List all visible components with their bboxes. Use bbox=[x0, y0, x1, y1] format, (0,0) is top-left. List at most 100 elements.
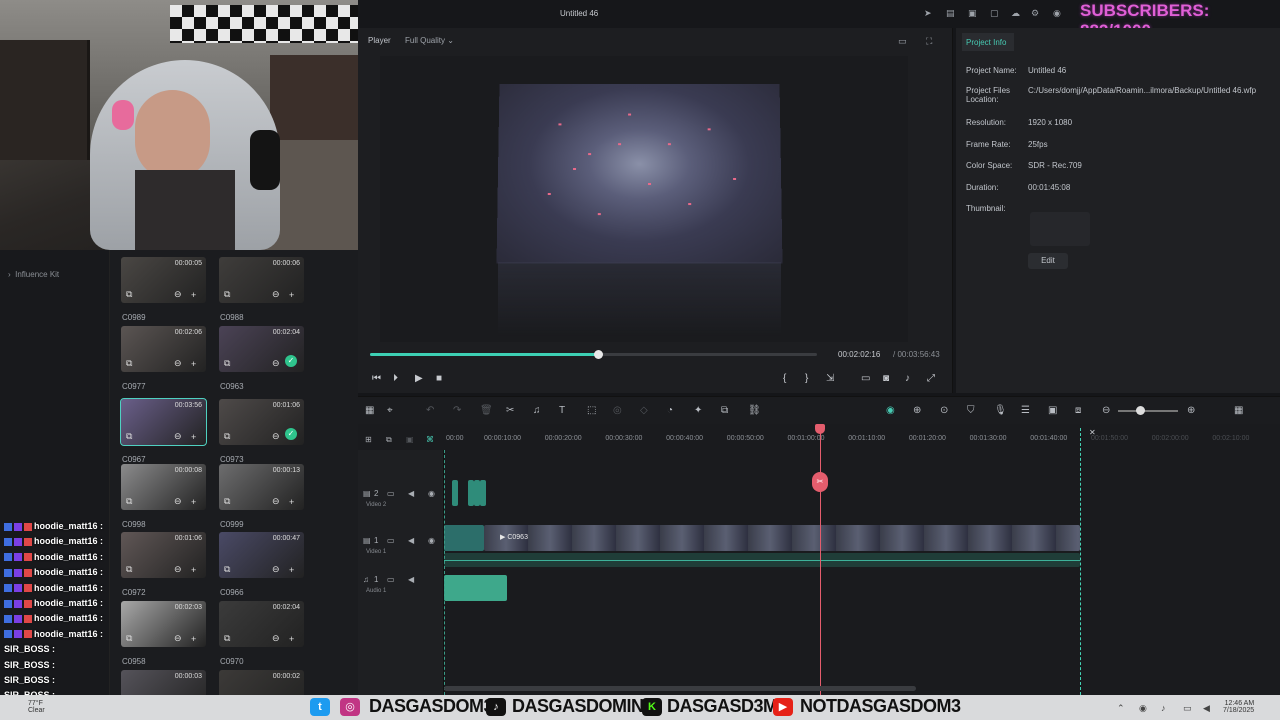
track-lock-icon[interactable]: ▣ bbox=[406, 435, 414, 444]
insert-icon[interactable]: ⇲ bbox=[826, 373, 834, 384]
color-icon[interactable]: ◎ bbox=[613, 405, 622, 416]
media-thumbnail[interactable]: 00:00:08 ⧉ ⊖ + bbox=[121, 464, 206, 510]
speed-icon[interactable]: ◔ bbox=[667, 405, 673, 416]
media-thumbnail[interactable]: 00:00:13 ⧉ ⊖ + bbox=[219, 464, 304, 510]
media-preview-icon[interactable]: ⊖ bbox=[272, 431, 280, 442]
group-icon[interactable]: ⧉ bbox=[721, 405, 728, 416]
snap-icon[interactable]: ⌘ bbox=[426, 435, 434, 444]
mute-icon[interactable]: ◀ bbox=[408, 575, 414, 584]
media-thumbnail[interactable]: 00:00:05 ⧉ ⊖ + bbox=[121, 257, 206, 303]
stop-icon[interactable]: ■ bbox=[436, 373, 442, 384]
add-media-icon[interactable]: + bbox=[191, 432, 196, 442]
select-icon[interactable]: ⌖ bbox=[387, 405, 393, 416]
mic-icon[interactable]: 🎙 bbox=[994, 405, 1007, 416]
close-icon[interactable]: ✕ bbox=[1089, 428, 1096, 437]
grid-icon[interactable]: ▦ bbox=[365, 405, 374, 416]
media-preview-icon[interactable]: ⊖ bbox=[272, 358, 280, 369]
video1-clip[interactable] bbox=[484, 525, 1080, 551]
step-back-icon[interactable]: ⏮ bbox=[372, 373, 381, 384]
mark-in-icon[interactable]: { bbox=[783, 373, 786, 384]
audio1-clip[interactable] bbox=[444, 575, 507, 601]
text-icon[interactable]: T bbox=[559, 405, 565, 416]
tray-chrome-icon[interactable]: ◉ bbox=[1139, 703, 1147, 714]
link-icon[interactable]: ⛓ bbox=[748, 405, 761, 416]
snapshot-icon[interactable]: ⛶ bbox=[926, 36, 932, 47]
media-preview-icon[interactable]: ⊖ bbox=[174, 496, 182, 507]
play-step-icon[interactable]: ⏵ bbox=[393, 373, 398, 384]
add-media-icon[interactable]: + bbox=[191, 359, 196, 369]
volume-icon[interactable]: ♪ bbox=[905, 373, 910, 384]
media-preview-icon[interactable]: ⊖ bbox=[272, 633, 280, 644]
list-icon[interactable]: ☰ bbox=[1021, 405, 1030, 416]
media-preview-icon[interactable]: ⊖ bbox=[174, 289, 182, 300]
cloud-icon[interactable]: ☁ bbox=[1011, 8, 1020, 19]
camera-icon[interactable]: ◙ bbox=[883, 373, 889, 384]
add-media-icon[interactable]: + bbox=[191, 634, 196, 644]
playhead[interactable] bbox=[820, 428, 821, 695]
ai-icon[interactable]: ⊕ bbox=[913, 405, 921, 416]
mute-icon[interactable]: ◀ bbox=[408, 536, 414, 545]
folder-icon[interactable]: ▭ bbox=[387, 536, 395, 545]
redo-icon[interactable]: ↷ bbox=[453, 405, 461, 416]
send-icon[interactable]: ➤ bbox=[924, 8, 932, 19]
marker-icon[interactable]: ⊙ bbox=[940, 405, 948, 416]
video2-clip[interactable] bbox=[452, 480, 458, 506]
shield-icon[interactable]: ⛉ bbox=[967, 405, 975, 416]
zoom-slider-thumb[interactable] bbox=[1136, 406, 1145, 415]
save-icon[interactable]: ▣ bbox=[968, 8, 977, 19]
timeline-scrollbar[interactable] bbox=[444, 686, 916, 691]
display-icon[interactable]: ▭ bbox=[861, 373, 870, 384]
cut-icon[interactable]: ✂ bbox=[506, 405, 514, 416]
delete-icon[interactable]: 🗑 bbox=[480, 405, 493, 416]
folder-icon[interactable]: ▭ bbox=[387, 489, 395, 498]
media-preview-icon[interactable]: ⊖ bbox=[174, 358, 182, 369]
layers-icon[interactable]: ▣ bbox=[1048, 405, 1057, 416]
add-media-icon[interactable]: + bbox=[191, 290, 196, 300]
sidebar-item-influence-kit[interactable]: › Influence Kit bbox=[8, 270, 59, 279]
folder-icon[interactable]: ▭ bbox=[387, 575, 395, 584]
media-preview-icon[interactable]: ⊖ bbox=[272, 496, 280, 507]
media-thumbnail[interactable]: 00:03:56 ⧉ ⊖ + bbox=[120, 398, 207, 446]
effect-icon[interactable]: ✦ bbox=[694, 405, 702, 416]
render-icon[interactable]: ◉ bbox=[886, 405, 895, 416]
layout-icon[interactable]: ▤ bbox=[946, 8, 955, 19]
mask-icon[interactable]: ◇ bbox=[640, 405, 648, 416]
weather-widget[interactable]: 77°F Clear bbox=[28, 700, 45, 714]
fullscreen-icon[interactable]: ⤢ bbox=[927, 373, 935, 384]
notification-icon[interactable]: ◉ bbox=[1053, 8, 1061, 19]
quality-dropdown[interactable]: Full Quality ⌄ bbox=[405, 36, 454, 45]
crop-icon[interactable]: ⬚ bbox=[587, 405, 596, 416]
media-thumbnail[interactable]: 00:01:06 ⧉ ⊖ + bbox=[121, 532, 206, 578]
pip-icon[interactable]: ⧈ bbox=[1075, 405, 1081, 416]
mute-icon[interactable]: ◀ bbox=[408, 489, 414, 498]
media-preview-icon[interactable]: ⊖ bbox=[174, 633, 182, 644]
settings-icon[interactable]: ⚙ bbox=[1031, 8, 1039, 19]
scissors-icon[interactable]: ✂ bbox=[812, 472, 828, 492]
audio-edit-icon[interactable]: ♫ bbox=[533, 405, 541, 416]
video1-clip-lead[interactable] bbox=[444, 525, 484, 551]
timeline-grid-icon[interactable]: ▦ bbox=[1234, 405, 1243, 416]
tray-network-icon[interactable]: ▭ bbox=[1183, 703, 1192, 714]
add-media-icon[interactable]: + bbox=[289, 565, 294, 575]
undo-icon[interactable]: ↶ bbox=[426, 405, 434, 416]
taskbar-clock[interactable]: 12:46 AM 7/18/2025 bbox=[1223, 700, 1254, 714]
zoom-out-icon[interactable]: ⊖ bbox=[1102, 405, 1110, 416]
tray-mic-icon[interactable]: ♪ bbox=[1161, 703, 1166, 713]
zoom-in-icon[interactable]: ⊕ bbox=[1187, 405, 1195, 416]
add-media-icon[interactable]: + bbox=[191, 497, 196, 507]
media-thumbnail[interactable]: 00:02:04 ⧉ ⊖ + bbox=[219, 601, 304, 647]
play-icon[interactable]: ▶ bbox=[415, 373, 423, 384]
eye-icon[interactable]: ◉ bbox=[428, 536, 435, 545]
add-media-icon[interactable]: + bbox=[289, 634, 294, 644]
media-thumbnail[interactable]: 00:02:06 ⧉ ⊖ + bbox=[121, 326, 206, 372]
eye-icon[interactable]: ◉ bbox=[428, 489, 435, 498]
export-icon[interactable]: ▢ bbox=[990, 8, 999, 19]
add-media-icon[interactable]: + bbox=[289, 290, 294, 300]
edit-thumbnail-button[interactable]: Edit bbox=[1028, 253, 1068, 269]
progress-thumb[interactable] bbox=[593, 350, 603, 359]
video2-clip[interactable] bbox=[480, 480, 486, 506]
add-media-icon[interactable]: + bbox=[289, 497, 294, 507]
media-preview-icon[interactable]: ⊖ bbox=[272, 289, 280, 300]
media-thumbnail[interactable]: 00:00:47 ⧉ ⊖ + bbox=[219, 532, 304, 578]
zoom-slider[interactable] bbox=[1118, 410, 1178, 412]
